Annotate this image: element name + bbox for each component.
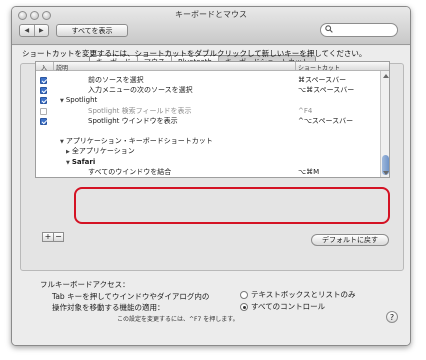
preferences-window: キーボードとマウス ◀ ▶ すべてを表示 キーボードマウスBluetoothキー… <box>11 6 411 346</box>
vertical-scrollbar[interactable] <box>380 71 389 177</box>
remove-shortcut-button[interactable]: − <box>53 232 64 242</box>
full-keyboard-access-label: フルキーボードアクセス： <box>40 280 130 289</box>
description-line-1: Tab キーを押してウインドウやダイアログ内の <box>52 292 210 301</box>
forward-button[interactable]: ▶ <box>35 25 49 36</box>
show-all-button[interactable]: すべてを表示 <box>56 24 128 37</box>
row-checkbox[interactable] <box>40 77 47 84</box>
nav-buttons: ◀ ▶ <box>19 24 49 37</box>
column-header-description[interactable]: 説明 <box>56 63 68 72</box>
radio-button-icon[interactable] <box>240 290 248 299</box>
help-button[interactable]: ? <box>386 311 398 323</box>
highlight-annotation <box>74 187 390 224</box>
scroll-down-arrow-icon[interactable] <box>383 171 389 175</box>
window-title: キーボードとマウス <box>175 10 247 19</box>
search-icon <box>325 25 333 35</box>
table-row[interactable]: タブを新しいウインドウに移動 ⌥⌘N <box>36 177 379 178</box>
row-checkbox[interactable] <box>40 117 47 125</box>
radio-button-icon[interactable] <box>240 302 248 311</box>
restore-defaults-button[interactable]: デフォルトに戻す <box>311 234 389 246</box>
search-field[interactable] <box>320 23 398 37</box>
table-header: 入 説明 ショートカット <box>36 62 389 72</box>
shortcut-note: この設定を変更するには、^F7 を押します。 <box>117 316 239 323</box>
disclosure-expanded-icon[interactable]: ▼ <box>60 98 64 104</box>
row-checkbox[interactable] <box>40 87 47 95</box>
disclosure-expanded-icon[interactable]: ▼ <box>60 139 64 145</box>
full-keyboard-access-description: Tab キーを押してウインドウやダイアログ内の 操作対象を移動する機能の適用： <box>52 291 209 313</box>
disclosure-collapsed-icon[interactable]: ▶ <box>66 149 70 155</box>
radio-label: テキストボックスとリストのみ <box>251 290 356 299</box>
radio-label: すべてのコントロール <box>251 302 326 311</box>
row-checkbox[interactable] <box>40 107 47 115</box>
row-label-text: 前のソースを選択 <box>88 76 144 84</box>
row-label-text: Safari <box>71 157 96 166</box>
radio-all-controls[interactable]: すべてのコントロール <box>240 301 325 312</box>
description-line-2: 操作対象を移動する機能の適用： <box>52 303 165 312</box>
row-label-text: 入力メニューの次のソースを選択 <box>88 86 193 95</box>
instruction-text: ショートカットを変更するには、ショートカットをダブルクリックして新しいキーを押し… <box>22 49 367 58</box>
column-divider <box>295 62 296 71</box>
row-label-text: Spotlight ウインドウを表示 <box>88 116 178 125</box>
add-shortcut-button[interactable]: + <box>42 232 53 242</box>
scroll-up-arrow-icon[interactable] <box>383 74 389 78</box>
add-remove-buttons: + − <box>42 232 64 242</box>
row-label-text: 全アプリケーション <box>71 147 135 156</box>
row-label-text: Spotlight <box>65 96 98 105</box>
disclosure-expanded-icon[interactable]: ▼ <box>66 160 70 166</box>
row-label-text: アプリケーション・キーボードショートカット <box>65 137 213 146</box>
row-label-text: Spotlight 検索フィールドを表示 <box>88 106 192 115</box>
shortcuts-table[interactable]: 入 説明 ショートカット 前のソースを選択 ⌘スペースバー 入力メニューの次のソース… <box>35 61 390 178</box>
column-header-shortcut[interactable]: ショートカット <box>298 63 340 72</box>
radio-text-boxes-and-lists[interactable]: テキストボックスとリストのみ <box>240 289 356 300</box>
column-divider <box>53 62 54 71</box>
column-header-on[interactable]: 入 <box>41 63 47 72</box>
row-label-text: すべてのウインドウを結合 <box>88 167 172 176</box>
row-checkbox[interactable] <box>40 97 47 105</box>
row-shortcut: ⌥⌘N <box>298 177 318 178</box>
row-label: タブを新しいウインドウに移動 <box>88 177 186 178</box>
back-button[interactable]: ◀ <box>20 25 35 36</box>
title-bar: キーボードとマウス ◀ ▶ すべてを表示 <box>12 7 410 45</box>
